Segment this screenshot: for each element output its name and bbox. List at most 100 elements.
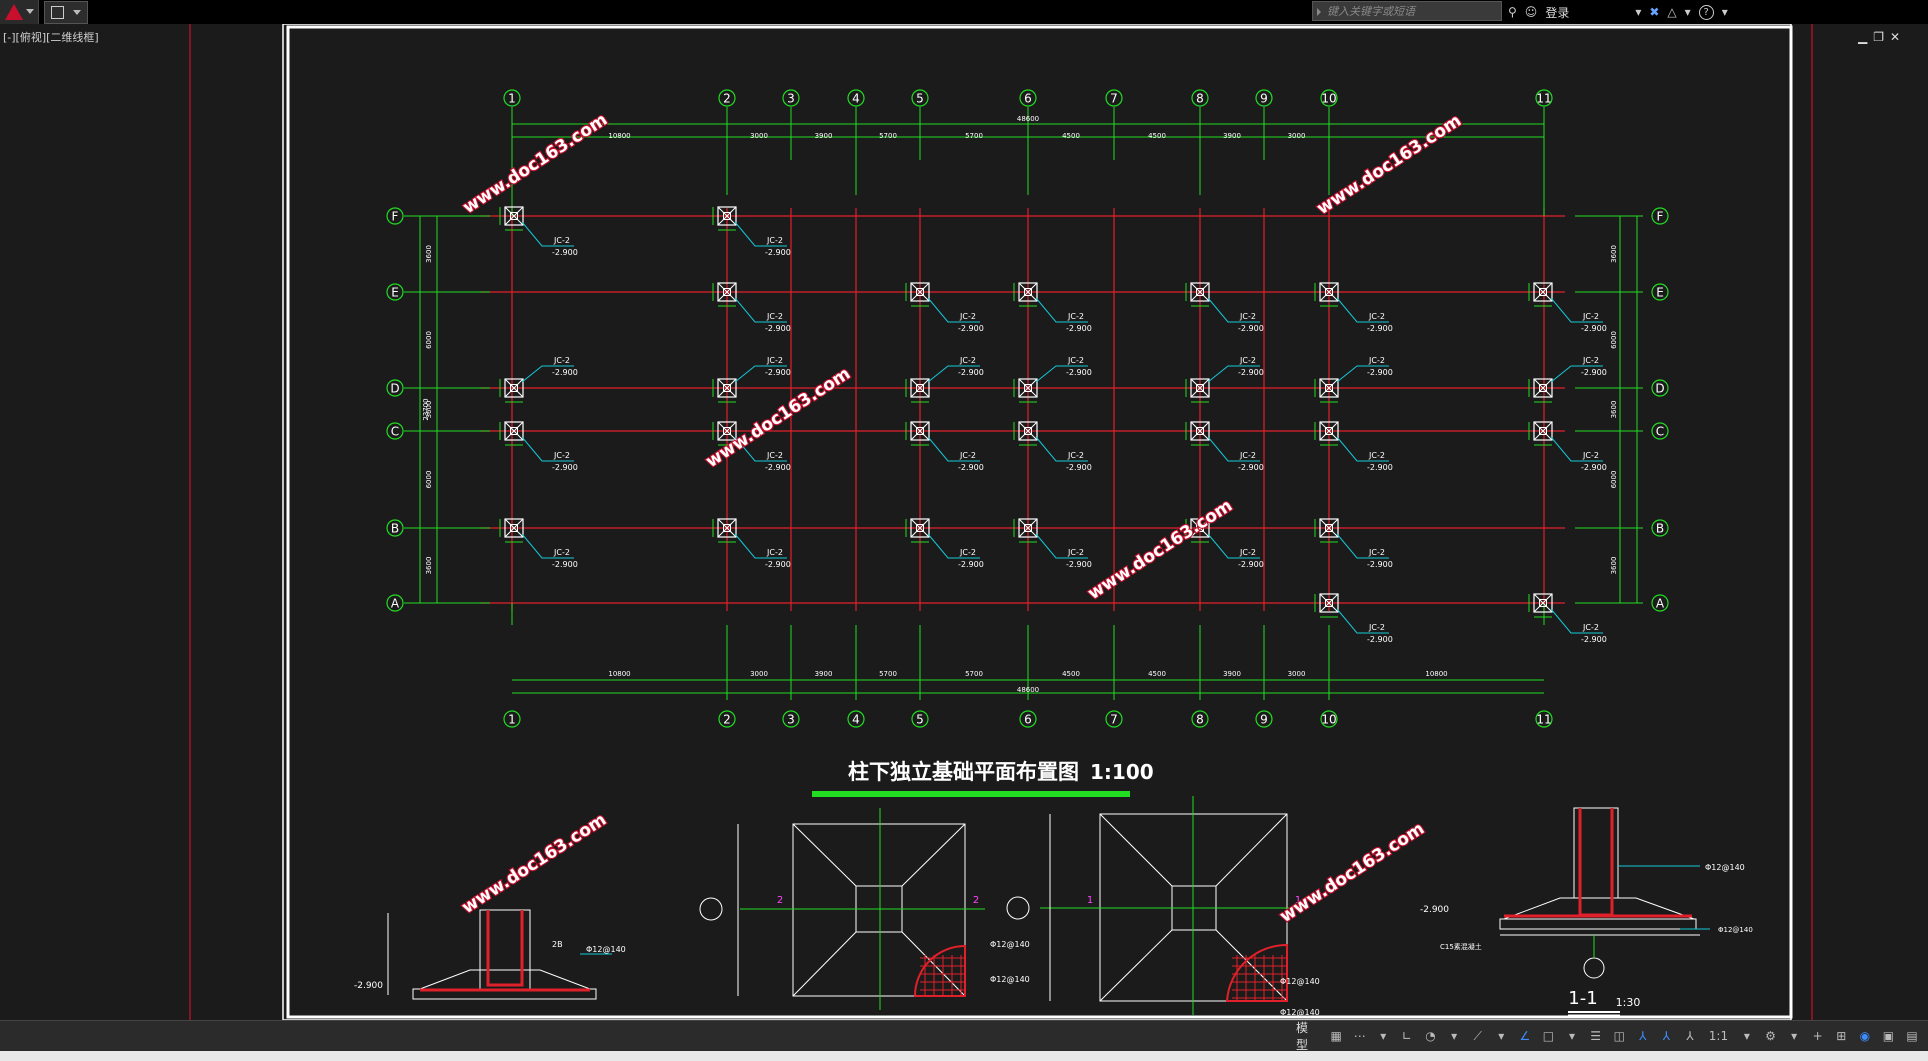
- quick-access-button[interactable]: [44, 1, 88, 24]
- detail-d-elevation: -2.900: [1420, 905, 1449, 915]
- grid-bubble-col-label: 8: [1196, 713, 1204, 727]
- isodraft-icon[interactable]: ⟋: [1471, 1029, 1485, 1043]
- units-icon[interactable]: ⊞: [1834, 1029, 1848, 1043]
- chevron-down-icon[interactable]: ▾: [1787, 1029, 1801, 1043]
- footing-JC-2: JC-2 -2.900: [905, 282, 984, 333]
- lineweight-icon[interactable]: ☰: [1589, 1029, 1603, 1043]
- dim-top: 3000: [1288, 132, 1306, 140]
- grid-bubble-row-label: F: [392, 210, 399, 224]
- chevron-down-icon[interactable]: ▾: [1565, 1029, 1579, 1043]
- chevron-down-icon[interactable]: ▾: [1377, 1029, 1391, 1043]
- osnap-icon[interactable]: □: [1542, 1029, 1556, 1043]
- annotation-scale-value[interactable]: 1:1: [1707, 1029, 1730, 1043]
- grid-bubble-row-label: B: [1656, 522, 1664, 536]
- search-input[interactable]: 键入关键字或短语: [1312, 1, 1502, 21]
- footing-JC-2: JC-2 -2.900: [712, 518, 791, 569]
- detail-c-callout: [1006, 896, 1030, 920]
- workspace-gear-icon[interactable]: ⚙: [1764, 1029, 1778, 1043]
- model-tab[interactable]: 模型: [1296, 1019, 1319, 1053]
- grid-bubble-col-label: 2: [723, 92, 731, 106]
- detail-d-section-scale: 1:30: [1616, 996, 1641, 1009]
- object-snap-tracking-icon[interactable]: ∠: [1518, 1029, 1532, 1043]
- detail-d-c15: C15素混凝土: [1440, 942, 1482, 951]
- annotation-scale-icon[interactable]: ⅄: [1683, 1029, 1697, 1043]
- grid-bubble-row-label: D: [1655, 382, 1664, 396]
- binoculars-icon[interactable]: ⚲: [1508, 5, 1517, 19]
- chevron-down-icon[interactable]: ▾: [1722, 5, 1728, 19]
- chevron-down-icon: [73, 10, 81, 15]
- footing-label: JC-2: [766, 548, 783, 557]
- detail-b-section-mark: 2: [973, 895, 979, 906]
- foundation-plan: 48600 10800 3000 3900 5700 5700 4500 4500 3900 30…: [386, 89, 1669, 728]
- polar-icon[interactable]: ◔: [1424, 1029, 1438, 1043]
- footing-label: JC-2: [553, 236, 570, 245]
- grid-bubble-col-label: 10: [1321, 92, 1336, 106]
- plus-icon[interactable]: +: [1811, 1029, 1825, 1043]
- footing-elevation: -2.900: [1066, 463, 1092, 472]
- footing-label: JC-2: [766, 312, 783, 321]
- a360-icon[interactable]: △: [1667, 5, 1676, 19]
- detail-b-rebar-label: Φ12@140: [990, 975, 1030, 984]
- chevron-down-icon[interactable]: ▾: [1447, 1029, 1461, 1043]
- drawing-canvas[interactable]: 48600 10800 3000 3900 5700 5700 4500 4500 3900 30…: [0, 24, 1928, 1020]
- footing-JC-2: JC-2 -2.900: [1314, 282, 1393, 333]
- detail-a-rebar-label: Φ12@140: [586, 945, 626, 954]
- application-menu-button[interactable]: [0, 0, 39, 24]
- footing-JC-2: JC-2 -2.900: [1314, 356, 1393, 403]
- chevron-down-icon[interactable]: ▾: [1740, 1029, 1754, 1043]
- dim-total-bottom: 48600: [1017, 686, 1039, 694]
- footing-JC-2: JC-2 -2.900: [905, 518, 984, 569]
- snap-icon[interactable]: ⋯: [1353, 1029, 1367, 1043]
- chevron-down-icon[interactable]: ▾: [1635, 5, 1641, 19]
- footing-label: JC-2: [1067, 548, 1084, 557]
- dim-left: 3600: [425, 557, 433, 575]
- annotation-visibility-icon[interactable]: ⅄: [1636, 1029, 1650, 1043]
- hardware-acceleration-icon[interactable]: ▣: [1882, 1029, 1896, 1043]
- footing-elevation: -2.900: [1066, 324, 1092, 333]
- footing-JC-2: JC-2 -2.900: [1314, 593, 1393, 644]
- detail-c-section-mark: 1: [1087, 895, 1093, 906]
- help-icon[interactable]: ?: [1698, 4, 1714, 20]
- footing-elevation: -2.900: [1066, 560, 1092, 569]
- watermarks: www.doc163.com www.doc163.com www.doc163.c…: [457, 109, 1466, 928]
- grid-bubble-col-label: 8: [1196, 92, 1204, 106]
- user-icon[interactable]: ☺: [1525, 5, 1538, 19]
- dim-bottom: 4500: [1148, 670, 1166, 678]
- infocenter-toolbar: ⚲ ☺ 登录 ▾ ✖ △ ▾ ? ▾: [1508, 0, 1728, 24]
- login-button[interactable]: 登录: [1545, 4, 1569, 21]
- footing-JC-2: JC-2 -2.900: [712, 356, 791, 403]
- detail-b-diag: [792, 931, 857, 997]
- footing-label: JC-2: [553, 451, 570, 460]
- dim-left-total: 23700: [422, 398, 430, 420]
- footing-elevation: -2.900: [1367, 635, 1393, 644]
- footing-label: JC-2: [1368, 451, 1385, 460]
- grid-icon[interactable]: ▦: [1329, 1029, 1343, 1043]
- title-bar: 键入关键字或短语 ⚲ ☺ 登录 ▾ ✖ △ ▾ ? ▾: [0, 0, 1928, 24]
- chevron-down-icon[interactable]: ▾: [1685, 5, 1691, 19]
- exchange-icon[interactable]: ✖: [1649, 5, 1659, 19]
- dim-left: 6000: [425, 331, 433, 349]
- footing-label: JC-2: [959, 312, 976, 321]
- watermark-text: www.doc163.com: [459, 110, 611, 218]
- footing-label: JC-2: [959, 451, 976, 460]
- footing-elevation: -2.900: [765, 463, 791, 472]
- footing-label: JC-2: [1582, 312, 1599, 321]
- annotation-autoscale-icon[interactable]: ⅄: [1660, 1029, 1674, 1043]
- detail-b-section-mark: 2: [777, 895, 783, 906]
- footing-JC-2: JC-2 -2.900: [1528, 593, 1607, 644]
- detail-a-label: 2B: [552, 940, 563, 949]
- detail-b-diag: [792, 823, 857, 887]
- clean-screen-icon[interactable]: ▤: [1905, 1029, 1919, 1043]
- isolate-icon[interactable]: ◉: [1858, 1029, 1872, 1043]
- footing-label: JC-2: [766, 236, 783, 245]
- ortho-icon[interactable]: ∟: [1400, 1029, 1414, 1043]
- chevron-down-icon[interactable]: ▾: [1494, 1029, 1508, 1043]
- transparency-icon[interactable]: ◫: [1612, 1029, 1626, 1043]
- grid-bubble-col-label: 7: [1110, 713, 1118, 727]
- footing-label: JC-2: [1368, 356, 1385, 365]
- footing-label: JC-2: [1582, 356, 1599, 365]
- footing-label: JC-2: [1368, 548, 1385, 557]
- watermark-text: www.doc163.com: [1313, 111, 1465, 219]
- footing-elevation: -2.900: [552, 463, 578, 472]
- dim-top: 3900: [1223, 132, 1241, 140]
